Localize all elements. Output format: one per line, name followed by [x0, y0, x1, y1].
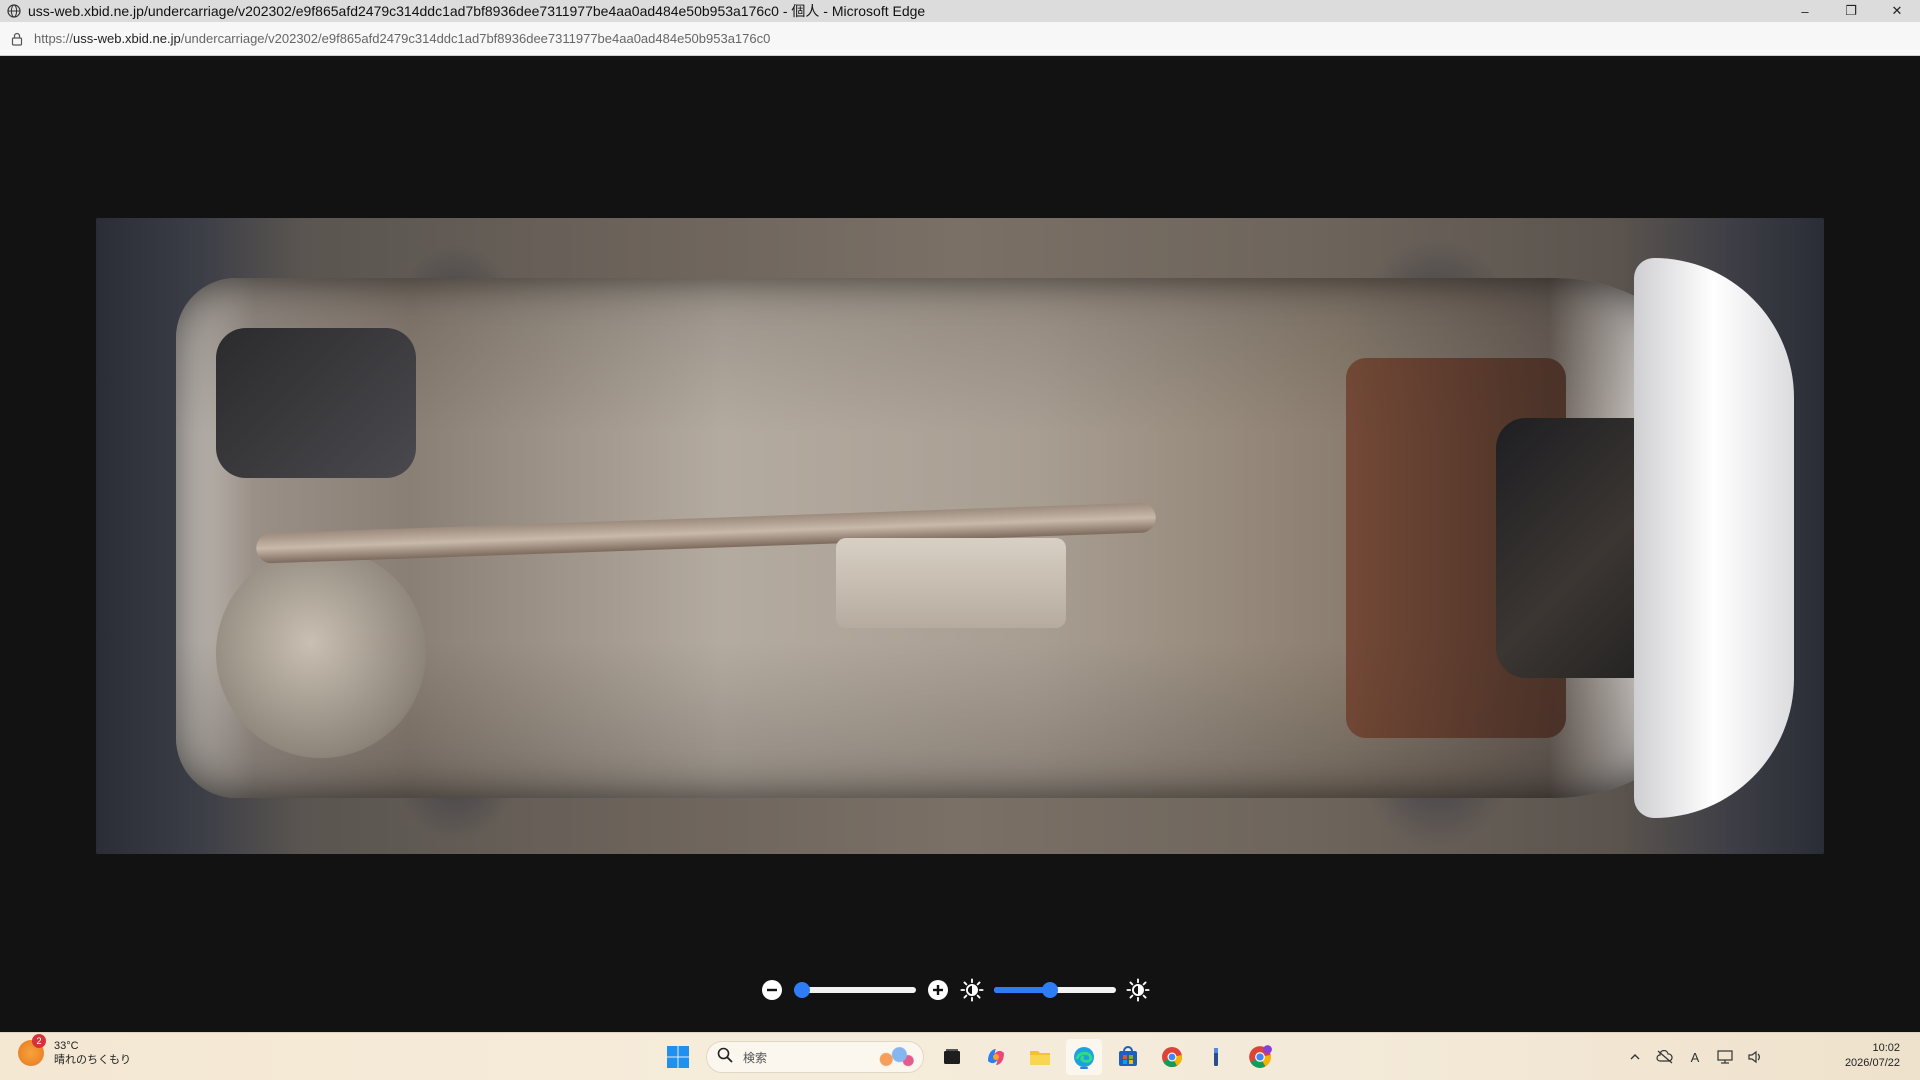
weather-condition: 晴れのちくもり [54, 1054, 131, 1066]
weather-sun-icon: 2 [18, 1034, 46, 1066]
undercarriage-photo [96, 218, 1824, 854]
app-bar-icon[interactable] [1198, 1039, 1234, 1075]
url-host: uss-web.xbid.ne.jp [73, 31, 181, 46]
brightness-low-icon[interactable] [960, 978, 984, 1002]
search-placeholder: 検索 [743, 1050, 768, 1065]
brightness-slider-thumb[interactable] [1042, 982, 1059, 998]
store-icon[interactable] [1110, 1039, 1146, 1075]
network-icon[interactable] [1713, 1045, 1737, 1069]
search-highlight-icon [873, 1045, 917, 1069]
taskbar-apps: 検索 [656, 1039, 1282, 1075]
close-button[interactable]: ✕ [1874, 0, 1920, 22]
chevron-up-icon[interactable] [1623, 1045, 1647, 1069]
weather-widget[interactable]: 2 33°C 晴れのちくもり [18, 1034, 131, 1067]
window-title: uss-web.xbid.ne.jp/undercarriage/v202302… [28, 3, 926, 19]
speaker-icon[interactable] [1743, 1045, 1767, 1069]
notification-badge: 2 [32, 1034, 46, 1048]
clock-time: 10:02 [1872, 1042, 1900, 1054]
url-text[interactable]: https://uss-web.xbid.ne.jp/undercarriage… [34, 31, 770, 46]
windows-start-icon[interactable] [660, 1039, 696, 1075]
chrome-icon[interactable] [1154, 1039, 1190, 1075]
brightness-slider[interactable] [994, 982, 1116, 998]
window-titlebar: uss-web.xbid.ne.jp/undercarriage/v202302… [0, 0, 1920, 22]
cloud-off-icon[interactable] [1653, 1045, 1677, 1069]
task-view-icon[interactable] [934, 1039, 970, 1075]
weather-temp: 33°C [54, 1040, 79, 1052]
image-viewer [0, 56, 1920, 1032]
spare-tire-well [216, 548, 426, 758]
copilot-icon[interactable] [978, 1039, 1014, 1075]
minimize-button[interactable]: – [1782, 0, 1828, 22]
taskbar-clock[interactable]: 10:02 2026/07/22 [1845, 1041, 1900, 1071]
taskbar: 2 33°C 晴れのちくもり 検索 A 10:02 2026/07/22 [0, 1032, 1920, 1080]
clock-date: 2026/07/22 [1844, 1057, 1900, 1069]
zoom-slider-thumb[interactable] [794, 982, 810, 998]
restore-button[interactable]: ❐ [1828, 0, 1874, 22]
viewer-controls [760, 974, 1150, 1006]
lock-icon[interactable] [10, 32, 24, 46]
address-bar[interactable]: https://uss-web.xbid.ne.jp/undercarriage… [0, 22, 1920, 56]
globe-icon [6, 3, 22, 19]
catalytic-converter [836, 538, 1066, 628]
edge-browser-icon[interactable] [1066, 1039, 1102, 1075]
rear-component [216, 328, 416, 478]
search-icon [717, 1047, 733, 1068]
ime-indicator[interactable]: A [1683, 1045, 1707, 1069]
zoom-in-icon[interactable] [926, 978, 950, 1002]
brightness-high-icon[interactable] [1126, 978, 1150, 1002]
front-bumper [1634, 258, 1794, 818]
system-tray: A [1620, 1045, 1770, 1069]
zoom-out-icon[interactable] [760, 978, 784, 1002]
url-prefix: https:// [34, 31, 74, 46]
file-explorer-icon[interactable] [1022, 1039, 1058, 1075]
zoom-slider[interactable] [794, 982, 916, 998]
url-path: /undercarriage/v202302/e9f865afd2479c314… [180, 31, 771, 46]
chrome-profile-icon[interactable] [1242, 1039, 1278, 1075]
taskbar-search[interactable]: 検索 [706, 1041, 924, 1073]
